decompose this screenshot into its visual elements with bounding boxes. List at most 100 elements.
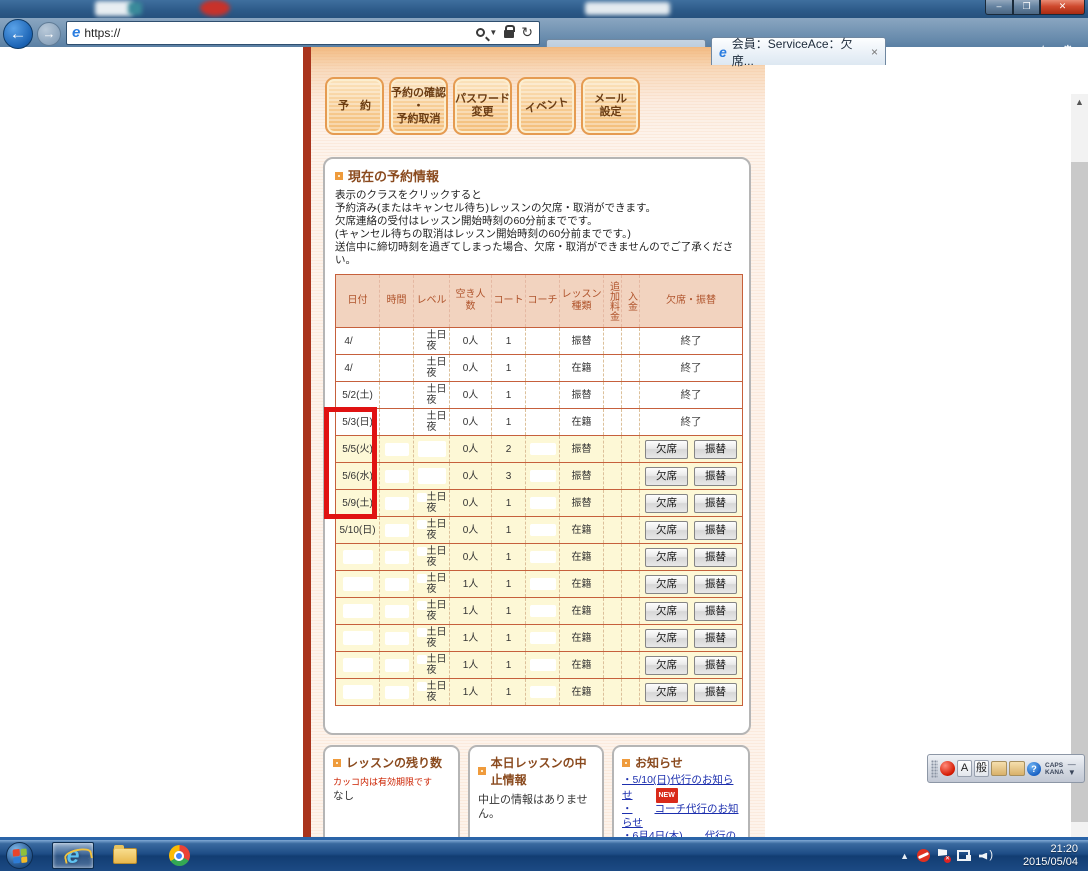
box-title: お知らせ (635, 756, 683, 770)
cell-coach (525, 678, 560, 706)
table-row[interactable]: 土日夜 1人 1 在籍 欠席 振替 (335, 651, 743, 679)
antivirus-icon[interactable] (917, 849, 930, 862)
search-icon[interactable] (476, 27, 486, 37)
table-row[interactable]: 土日夜 0人 1 在籍 欠席 振替 (335, 543, 743, 571)
cell-date (335, 597, 380, 625)
vertical-scrollbar[interactable]: ▲ ▼ (1071, 94, 1088, 837)
scroll-up-icon[interactable]: ▲ (1071, 94, 1088, 111)
cell-vacancy: 0人 (449, 543, 492, 571)
transfer-button[interactable]: 振替 (694, 574, 737, 594)
absent-button[interactable]: 欠席 (645, 682, 688, 702)
transfer-button[interactable]: 振替 (694, 493, 737, 513)
cell-coach (525, 462, 560, 490)
password-change-button[interactable]: パスワード 変更 (453, 77, 512, 135)
back-button[interactable]: ← (3, 19, 33, 49)
ime-tools-icon[interactable] (991, 761, 1007, 776)
minimize-button[interactable]: – (985, 0, 1013, 15)
table-row[interactable]: 土日夜 1人 1 在籍 欠席 振替 (335, 678, 743, 706)
table-row[interactable]: 5/3(日) 土日夜 0人 1 在籍 終了 (335, 408, 743, 436)
reserve-confirm-cancel-button[interactable]: 予約の確認 ・ 予約取消 (389, 77, 448, 135)
absent-button[interactable]: 欠席 (645, 466, 688, 486)
cell-level: 土日夜 (413, 597, 450, 625)
cell-vacancy: 0人 (449, 435, 492, 463)
ime-language-bar[interactable]: A 般 ? CAPS KANA — ▼ (927, 754, 1085, 783)
tray-expand-icon[interactable]: ▲ (900, 851, 909, 861)
cell-court: 1 (491, 408, 526, 436)
transfer-button[interactable]: 振替 (694, 628, 737, 648)
event-button[interactable]: イベント (517, 77, 576, 135)
cell-action: 欠席 振替 (639, 624, 743, 652)
cell-time (379, 516, 414, 544)
table-row[interactable]: 5/2(土) 土日夜 0人 1 振替 終了 (335, 381, 743, 409)
news-list: ・5/10(日)代行のお知らせ NEW ・コーチ代行のお知らせ ・6月4日(木) 代行の… (622, 774, 740, 837)
taskbar-item-explorer[interactable] (104, 842, 146, 869)
cell-date (335, 570, 380, 598)
box-title: レッスンの残り数 (346, 756, 443, 770)
action-center-flag-icon[interactable] (938, 849, 951, 863)
network-icon[interactable] (957, 850, 971, 861)
news-link[interactable]: ・コーチ代行のお知らせ (622, 803, 740, 830)
absent-button[interactable]: 欠席 (645, 520, 688, 540)
cell-action: 欠席 振替 (639, 516, 743, 544)
table-row[interactable]: 5/6(水) 0人 3 振替 欠席 振替 (335, 462, 743, 490)
table-row[interactable]: 土日夜 1人 1 在籍 欠席 振替 (335, 570, 743, 598)
chevron-down-icon[interactable]: ▼ (489, 28, 497, 37)
cell-lesson-type: 在籍 (559, 678, 604, 706)
transfer-button[interactable]: 振替 (694, 520, 737, 540)
ended-label: 終了 (680, 415, 702, 428)
ime-conversion-mode-button[interactable]: 般 (974, 760, 989, 777)
transfer-button[interactable]: 振替 (694, 439, 737, 459)
transfer-button[interactable]: 振替 (694, 466, 737, 486)
drag-handle[interactable] (931, 759, 938, 778)
address-bar[interactable]: e https:// ▼ ↻ (66, 21, 540, 45)
table-row[interactable]: 5/9(土) 土日夜 0人 1 振替 欠席 振替 (335, 489, 743, 517)
absent-button[interactable]: 欠席 (645, 493, 688, 513)
news-link[interactable]: ・6月4日(木)代行のお知らせ。NEW (622, 830, 740, 837)
cell-coach (525, 543, 560, 571)
taskbar-clock[interactable]: 21:20 2015/05/04 (1023, 843, 1078, 868)
tab-close-icon[interactable]: × (871, 45, 878, 59)
ime-dictionary-icon[interactable] (1009, 761, 1025, 776)
refresh-icon[interactable]: ↻ (521, 25, 533, 39)
cell-deposit (621, 435, 640, 463)
cell-extra-fee (603, 570, 622, 598)
square-bullet-icon (335, 171, 343, 180)
desktop-blob (128, 2, 142, 15)
cell-action: 終了 (639, 408, 743, 436)
taskbar-item-ie[interactable]: e (52, 842, 94, 869)
absent-button[interactable]: 欠席 (645, 655, 688, 675)
tab-serviceace[interactable]: e 会員：ServiceAce：欠席... × (711, 37, 886, 68)
absent-button[interactable]: 欠席 (645, 547, 688, 567)
speaker-icon[interactable] (979, 849, 993, 862)
table-row[interactable]: 4/土日夜 0人 1 在籍 終了 (335, 354, 743, 382)
cell-extra-fee (603, 381, 622, 409)
transfer-button[interactable]: 振替 (694, 547, 737, 567)
table-row[interactable]: 5/5(火) 0人 2 振替 欠席 振替 (335, 435, 743, 463)
table-row[interactable]: 5/10(日) 土日夜 0人 1 在籍 欠席 振替 (335, 516, 743, 544)
absent-button[interactable]: 欠席 (645, 628, 688, 648)
transfer-button[interactable]: 振替 (694, 682, 737, 702)
absent-button[interactable]: 欠席 (645, 574, 688, 594)
start-button[interactable] (6, 842, 33, 869)
close-button[interactable]: ✕ (1040, 0, 1085, 15)
transfer-button[interactable]: 振替 (694, 601, 737, 621)
news-link[interactable]: ・5/10(日)代行のお知らせ NEW (622, 774, 740, 803)
table-row[interactable]: 4/土日夜 0人 1 振替 終了 (335, 327, 743, 355)
absent-button[interactable]: 欠席 (645, 439, 688, 459)
mail-settings-button[interactable]: メール 設定 (581, 77, 640, 135)
table-row[interactable]: 土日夜 1人 1 在籍 欠席 振替 (335, 624, 743, 652)
absent-button[interactable]: 欠席 (645, 601, 688, 621)
help-icon[interactable]: ? (1027, 761, 1041, 776)
forward-button[interactable]: → (37, 22, 61, 46)
transfer-button[interactable]: 振替 (694, 655, 737, 675)
cell-time (379, 327, 414, 355)
reserve-button[interactable]: 予 約 (325, 77, 384, 135)
restore-button[interactable]: ❐ (1013, 0, 1040, 15)
scrollbar-thumb[interactable] (1071, 162, 1088, 822)
taskbar-item-chrome[interactable] (158, 842, 200, 869)
table-row[interactable]: 土日夜 1人 1 在籍 欠席 振替 (335, 597, 743, 625)
ime-icon[interactable] (940, 761, 955, 776)
ime-options-icon[interactable]: ▼ (1068, 768, 1076, 777)
cell-coach (525, 516, 560, 544)
ime-input-mode-button[interactable]: A (957, 760, 972, 777)
